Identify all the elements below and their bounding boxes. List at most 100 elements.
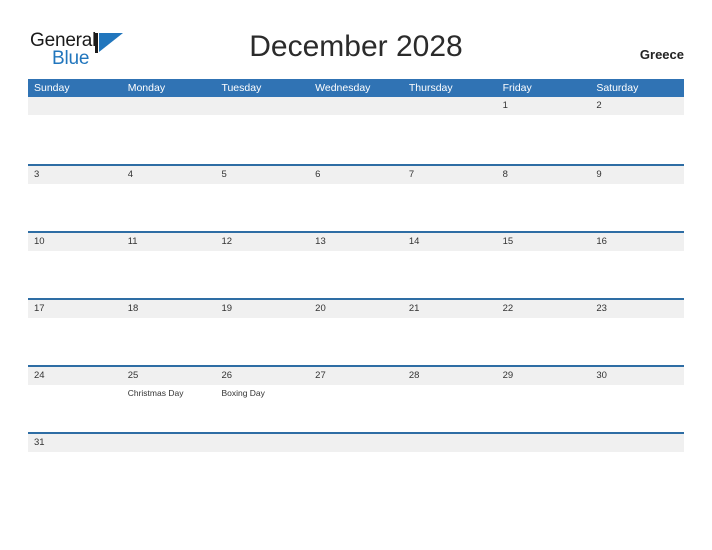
day-number: 6	[315, 169, 321, 180]
calendar-grid: Sunday Monday Tuesday Wednesday Thursday…	[28, 79, 684, 499]
calendar-day-cell[interactable]: 19	[215, 300, 309, 367]
day-number: 11	[127, 236, 138, 247]
calendar-day-cell-empty	[215, 434, 309, 501]
week-cells: 3 4 5 6 7 8 9	[28, 166, 684, 233]
day-number: 30	[596, 370, 607, 381]
calendar-day-cell[interactable]: 9	[590, 166, 684, 233]
day-number: 26	[221, 370, 233, 381]
calendar-day-cell[interactable]: 20	[309, 300, 403, 367]
week-cells: 12	[28, 97, 684, 164]
day-number: 21	[408, 303, 420, 314]
calendar-day-cell[interactable]: 24	[28, 367, 122, 434]
calendar-day-cell[interactable]: 21	[403, 300, 497, 367]
holiday-label: Boxing Day	[221, 388, 265, 398]
week-cells: 17 18 19 20 21 22 23	[28, 300, 684, 367]
calendar-day-cell[interactable]: 2	[590, 97, 684, 164]
day-events: Christmas Day	[128, 385, 216, 399]
calendar-day-cell-empty	[403, 434, 497, 501]
calendar-page: General Blue December 2028 Greece Sunday…	[0, 0, 712, 550]
day-number: 22	[502, 303, 514, 314]
calendar-day-cell-empty	[309, 434, 403, 501]
day-number: 2	[596, 100, 602, 111]
calendar-week-row: 10 11 12 13 14 15 16	[28, 231, 684, 298]
calendar-day-cell[interactable]: 27	[309, 367, 403, 434]
calendar-day-cell[interactable]: 14	[403, 233, 497, 300]
calendar-day-cell[interactable]: 11	[122, 233, 216, 300]
calendar-day-cell[interactable]: 3	[28, 166, 122, 233]
weekday-header-row: Sunday Monday Tuesday Wednesday Thursday…	[28, 79, 684, 97]
day-number: 24	[34, 370, 45, 381]
day-number: 19	[221, 303, 233, 314]
calendar-day-cell[interactable]: 25 Christmas Day	[122, 367, 216, 434]
day-number: 14	[408, 236, 420, 247]
day-number: 12	[221, 236, 233, 247]
day-number: 3	[34, 169, 40, 180]
calendar-day-cell[interactable]: 10	[28, 233, 122, 300]
day-number: 28	[408, 370, 420, 381]
calendar-day-cell[interactable]: 7	[403, 166, 497, 233]
weekday-header-monday: Monday	[127, 82, 166, 94]
calendar-day-cell[interactable]: 31	[28, 434, 122, 501]
week-cells: 31	[28, 434, 684, 501]
calendar-day-cell[interactable]: 17	[28, 300, 122, 367]
calendar-week-row: 17 18 19 20 21 22 23	[28, 298, 684, 365]
calendar-day-cell[interactable]: 15	[497, 233, 591, 300]
weekday-header-friday: Friday	[502, 82, 532, 94]
calendar-week-row: 3 4 5 6 7 8 9	[28, 164, 684, 231]
day-number: 10	[34, 236, 45, 247]
day-number: 9	[596, 169, 602, 180]
calendar-day-cell[interactable]: 26 Boxing Day	[215, 367, 309, 434]
calendar-day-cell-empty	[309, 97, 403, 164]
calendar-day-cell[interactable]: 30	[590, 367, 684, 434]
calendar-day-cell[interactable]: 12	[215, 233, 309, 300]
calendar-day-cell[interactable]: 4	[122, 166, 216, 233]
day-number: 4	[127, 169, 134, 180]
calendar-day-cell[interactable]: 1	[497, 97, 591, 164]
calendar-day-cell-empty	[590, 434, 684, 501]
weekday-header-thursday: Thursday	[408, 82, 453, 94]
calendar-day-cell[interactable]: 29	[497, 367, 591, 434]
calendar-day-cell[interactable]: 23	[590, 300, 684, 367]
calendar-day-cell[interactable]: 5	[215, 166, 309, 233]
page-title: December 2028	[249, 30, 463, 63]
day-number: 25	[127, 370, 139, 381]
day-number: 16	[596, 236, 607, 247]
calendar-weeks: 1 2 3 4 5 6 7 8 9 10 11 12 13 14 15 16 17 18 19 20 21 22 23 24 2…	[28, 97, 684, 499]
calendar-day-cell-empty	[122, 97, 216, 164]
calendar-day-cell[interactable]: 22	[497, 300, 591, 367]
calendar-day-cell[interactable]: 6	[309, 166, 403, 233]
weekday-header-saturday: Saturday	[596, 82, 639, 94]
week-cells: 24 25 Christmas Day 26 Boxing Day 27 28 29 30	[28, 367, 684, 434]
day-number: 7	[408, 169, 415, 180]
calendar-day-cell-empty	[403, 97, 497, 164]
holiday-label: Christmas Day	[127, 388, 184, 398]
page-header: General Blue December 2028 Greece	[0, 0, 712, 79]
calendar-day-cell-empty	[28, 97, 122, 164]
calendar-week-row: 24 25 Christmas Day 26 Boxing Day 27 28 29 30	[28, 365, 684, 432]
calendar-day-cell[interactable]: 28	[403, 367, 497, 434]
calendar-day-cell[interactable]: 16	[590, 233, 684, 300]
calendar-day-cell[interactable]: 18	[122, 300, 216, 367]
day-number: 5	[221, 169, 227, 180]
day-number: 8	[502, 169, 508, 180]
day-number: 18	[127, 303, 139, 314]
day-number: 17	[34, 303, 45, 314]
day-number: 29	[502, 370, 514, 381]
calendar-week-row: 31	[28, 432, 684, 499]
calendar-week-row: 12	[28, 97, 684, 164]
day-number: 23	[596, 303, 607, 314]
calendar-day-cell-empty	[215, 97, 309, 164]
calendar-day-cell-empty	[122, 434, 216, 501]
calendar-day-cell[interactable]: 8	[497, 166, 591, 233]
day-events: Boxing Day	[221, 385, 309, 399]
calendar-day-cell[interactable]: 13	[309, 233, 403, 300]
day-number: 20	[315, 303, 326, 314]
country-label: Greece	[639, 47, 684, 62]
day-number: 27	[315, 370, 326, 381]
calendar-day-cell-empty	[497, 434, 591, 501]
weekday-header-tuesday: Tuesday	[221, 82, 262, 94]
day-number: 1	[502, 100, 508, 111]
weekday-header-sunday: Sunday	[34, 82, 70, 94]
day-number: 13	[315, 236, 326, 247]
day-number: 31	[34, 437, 45, 448]
